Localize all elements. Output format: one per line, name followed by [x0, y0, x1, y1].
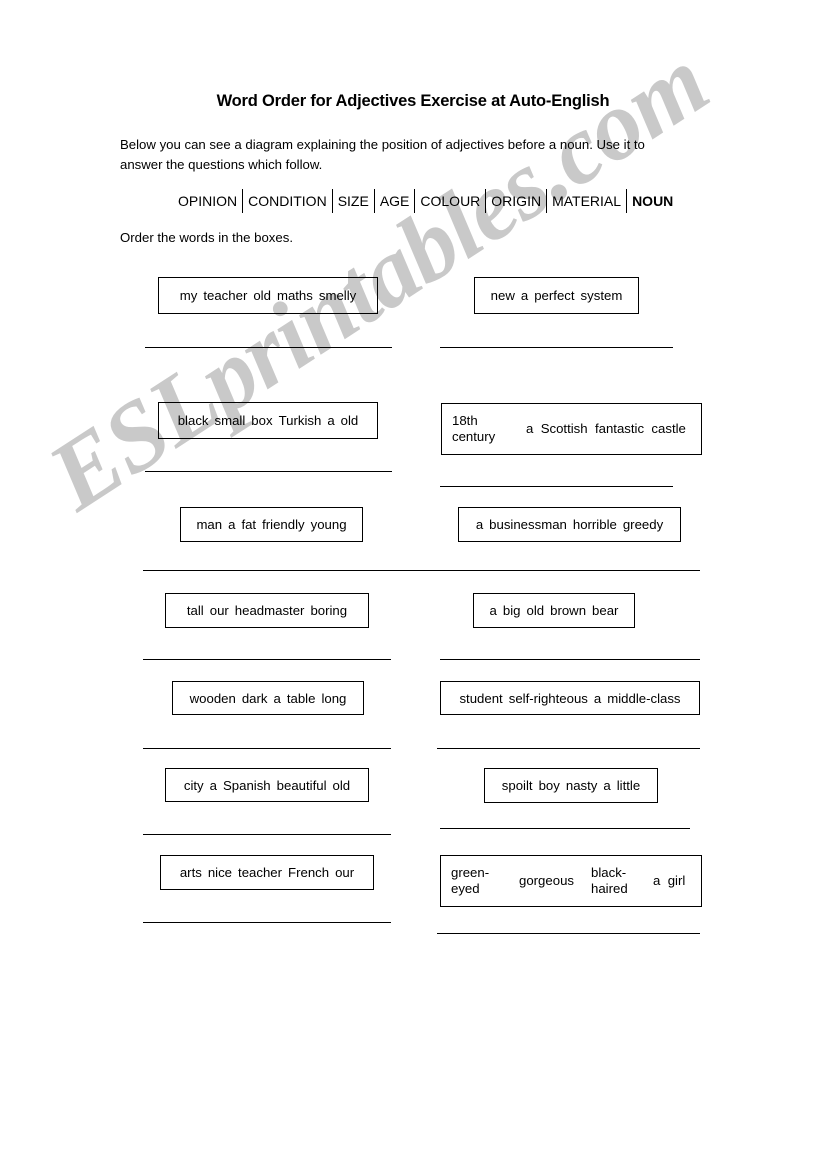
question-box[interactable]: green-eyed gorgeous black-haired a girl	[440, 855, 702, 907]
answer-line[interactable]	[143, 748, 391, 749]
order-cell-condition: CONDITION	[248, 193, 327, 209]
question-box[interactable]: black small box Turkish a old	[158, 402, 378, 439]
question-words: a big old brown bear	[489, 603, 619, 618]
worksheet-page: ESLprintables.com Word Order for Adjecti…	[0, 0, 826, 1169]
question-words: a businessman horrible greedy	[475, 517, 664, 532]
answer-line[interactable]	[143, 570, 700, 571]
question-box[interactable]: arts nice teacher French our	[160, 855, 374, 890]
question-words: arts nice teacher French our	[179, 865, 355, 880]
question-segment: green-eyed	[451, 865, 490, 896]
question-segment: a girl	[653, 873, 686, 888]
question-segment: black-haired	[591, 865, 628, 896]
question-segment: 18th century	[452, 413, 496, 444]
question-box[interactable]: my teacher old maths smelly	[158, 277, 378, 314]
question-box[interactable]: tall our headmaster boring	[165, 593, 369, 628]
answer-line[interactable]	[440, 828, 690, 829]
answer-line[interactable]	[143, 659, 391, 660]
question-words: my teacher old maths smelly	[179, 288, 357, 303]
question-words: black small box Turkish a old	[177, 413, 359, 428]
answer-line[interactable]	[143, 922, 391, 923]
question-box[interactable]: city a Spanish beautiful old	[165, 768, 369, 802]
order-cell-origin: ORIGIN	[491, 193, 542, 209]
order-cell-size: SIZE	[337, 193, 369, 209]
question-box[interactable]: man a fat friendly young	[180, 507, 363, 542]
adjective-order-diagram: OPINION CONDITION SIZE AGE COLOUR ORIGIN…	[178, 189, 673, 213]
question-box[interactable]: new a perfect system	[474, 277, 639, 314]
answer-line[interactable]	[145, 347, 392, 348]
order-cell-opinion: OPINION	[178, 193, 238, 209]
question-words: student self-righteous a middle-class	[459, 690, 681, 706]
order-cell-colour: COLOUR	[420, 193, 481, 209]
answer-line[interactable]	[145, 471, 392, 472]
page-title: Word Order for Adjectives Exercise at Au…	[216, 92, 610, 110]
question-words: spoilt boy nasty a little	[501, 778, 641, 793]
question-box[interactable]: a big old brown bear	[473, 593, 635, 628]
question-segment: gorgeous	[519, 873, 574, 888]
order-cell-noun: NOUN	[632, 193, 674, 209]
answer-line[interactable]	[437, 748, 700, 749]
question-segment: a Scottish fantastic castle	[526, 421, 686, 436]
question-words: man a fat friendly young	[196, 517, 347, 532]
question-box[interactable]: 18th century a Scottish fantastic castle	[441, 403, 702, 455]
answer-line[interactable]	[440, 347, 673, 348]
order-cell-age: AGE	[379, 193, 410, 209]
answer-line[interactable]	[143, 834, 391, 835]
answer-line[interactable]	[440, 659, 700, 660]
question-box[interactable]: a businessman horrible greedy	[458, 507, 681, 542]
question-words: wooden dark a table long	[189, 690, 347, 706]
intro-paragraph: Below you can see a diagram explaining t…	[120, 137, 645, 172]
question-words: tall our headmaster boring	[186, 603, 348, 618]
answer-line[interactable]	[437, 933, 700, 934]
question-box[interactable]: wooden dark a table long	[172, 681, 364, 715]
answer-line[interactable]	[440, 486, 673, 487]
question-words: city a Spanish beautiful old	[183, 777, 351, 793]
order-cell-material: MATERIAL	[552, 193, 622, 209]
question-box[interactable]: student self-righteous a middle-class	[440, 681, 700, 715]
instruction-text: Order the words in the boxes.	[120, 230, 293, 245]
question-box[interactable]: spoilt boy nasty a little	[484, 768, 658, 803]
question-words: new a perfect system	[490, 288, 623, 303]
worksheet-content: Word Order for Adjectives Exercise at Au…	[0, 0, 826, 1169]
